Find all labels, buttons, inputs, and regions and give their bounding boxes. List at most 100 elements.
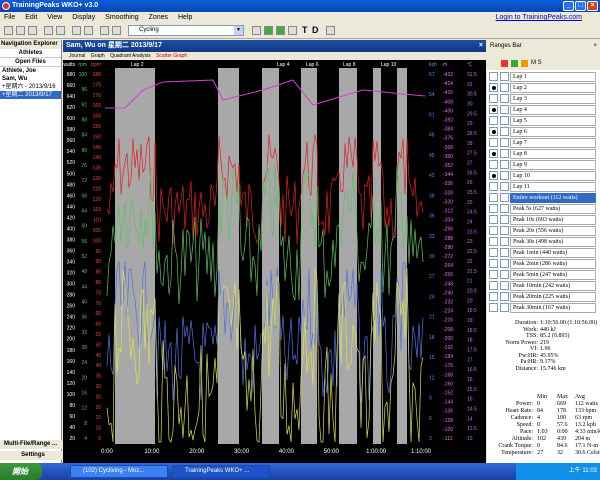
range-color-box[interactable] (500, 303, 509, 312)
range-checkbox[interactable] (489, 215, 498, 224)
range-label[interactable]: Peak 10s (603 watts) (510, 215, 596, 225)
file-item[interactable]: +星期六 - 2013/9/16 (0, 83, 61, 91)
open-folder-icon[interactable] (16, 26, 25, 35)
range-row[interactable]: Entire workout (112 watts) (487, 192, 600, 203)
athlete-icon[interactable] (100, 26, 109, 35)
menu-zones[interactable]: Zones (149, 14, 168, 21)
range-row[interactable]: Lap 2 (487, 82, 600, 93)
range-row[interactable]: Lap 1 (487, 71, 600, 82)
graph-canvas[interactable]: watts68066064062060058056054052050048046… (63, 60, 486, 463)
range-checkbox[interactable] (489, 105, 498, 114)
ranges-icon[interactable] (276, 26, 285, 35)
range-row[interactable]: Peak 20min (225 watts) (487, 291, 600, 302)
range-row[interactable]: Lap 11 (487, 181, 600, 192)
tab-quadrant[interactable]: Quadrant Analysis (110, 53, 151, 59)
taskbar-firefox[interactable]: (102) Cycliving - Moz... (70, 465, 168, 478)
range-label[interactable]: Peak 2min (286 watts) (510, 259, 596, 269)
range-checkbox[interactable] (489, 182, 498, 191)
range-color-box[interactable] (500, 127, 509, 136)
start-button[interactable]: 開始 (0, 463, 42, 480)
range-checkbox[interactable] (489, 248, 498, 257)
range-color-icon[interactable] (521, 60, 528, 67)
range-checkbox[interactable] (489, 171, 498, 180)
range-label[interactable]: Lap 8 (510, 149, 596, 159)
lap-region[interactable] (262, 68, 279, 444)
range-color-box[interactable] (500, 182, 509, 191)
athlete-name[interactable]: Sam, Wu (0, 75, 61, 83)
range-row[interactable]: Lap 7 (487, 137, 600, 148)
lap-region[interactable] (115, 68, 155, 444)
range-row[interactable]: Lap 4 (487, 104, 600, 115)
range-row[interactable]: Lap 10 (487, 170, 600, 181)
range-row[interactable]: Lap 6 (487, 126, 600, 137)
range-label[interactable]: Peak 1min (440 watts) (510, 248, 596, 258)
range-color-box[interactable] (500, 204, 509, 213)
window-title-bar[interactable]: TrainingPeaks WKO+ v3.0 _ □ × (0, 0, 600, 12)
lap-region[interactable] (373, 68, 381, 444)
login-link[interactable]: Login to TrainingPeaks.com (496, 12, 582, 23)
range-color-box[interactable] (500, 226, 509, 235)
range-color-box[interactable] (500, 72, 509, 81)
tab-scatter[interactable]: Scatter Graph (156, 53, 187, 59)
menu-file[interactable]: File (4, 14, 15, 21)
close-icon[interactable]: × (593, 40, 597, 53)
range-color-box[interactable] (500, 215, 509, 224)
range-row[interactable]: Lap 9 (487, 159, 600, 170)
range-label[interactable]: Lap 10 (510, 171, 596, 181)
chart-icon[interactable] (84, 26, 93, 35)
range-checkbox[interactable] (489, 281, 498, 290)
graph-icon[interactable] (252, 26, 261, 35)
print-icon[interactable] (44, 26, 53, 35)
range-row[interactable]: Peak 20s (556 watts) (487, 225, 600, 236)
range-checkbox[interactable] (489, 127, 498, 136)
range-label[interactable]: Peak 5min (247 watts) (510, 270, 596, 280)
range-label[interactable]: Lap 4 (510, 105, 596, 115)
range-row[interactable]: Peak 2min (286 watts) (487, 258, 600, 269)
range-color-box[interactable] (500, 171, 509, 180)
range-color-box[interactable] (500, 237, 509, 246)
grid-icon[interactable] (288, 26, 297, 35)
range-checkbox[interactable] (489, 303, 498, 312)
range-row[interactable]: Peak 10s (603 watts) (487, 214, 600, 225)
multi-file-tab[interactable]: Multi-File/Range ... (0, 440, 62, 449)
sport-select[interactable]: Cycling ▼ (128, 25, 244, 36)
text-tool[interactable]: T (302, 25, 308, 35)
close-button[interactable]: × (587, 1, 598, 11)
range-color-box[interactable] (500, 83, 509, 92)
menu-smoothing[interactable]: Smoothing (105, 14, 138, 21)
menu-display[interactable]: Display (72, 14, 95, 21)
range-label[interactable]: Peak 5s (627 watts) (510, 204, 596, 214)
range-label[interactable]: Peak 30s (498 watts) (510, 237, 596, 247)
range-color-box[interactable] (500, 270, 509, 279)
menu-edit[interactable]: Edit (25, 14, 37, 21)
range-row[interactable]: Lap 8 (487, 148, 600, 159)
range-label[interactable]: Peak 20min (225 watts) (510, 292, 596, 302)
range-checkbox[interactable] (489, 226, 498, 235)
range-color-box[interactable] (500, 116, 509, 125)
range-row[interactable]: Peak 5min (247 watts) (487, 269, 600, 280)
open-files-header[interactable]: Open Files (0, 58, 61, 67)
range-label[interactable]: Lap 1 (510, 72, 596, 82)
range-checkbox[interactable] (489, 116, 498, 125)
distance-tool[interactable]: D (312, 25, 319, 35)
range-row[interactable]: Peak 1min (440 watts) (487, 247, 600, 258)
settings-tab[interactable]: Settings (0, 451, 62, 460)
filter-icon[interactable] (326, 26, 335, 35)
menu-help[interactable]: Help (178, 14, 192, 21)
range-color-box[interactable] (500, 138, 509, 147)
range-row[interactable]: Lap 3 (487, 93, 600, 104)
range-label[interactable]: Lap 7 (510, 138, 596, 148)
range-label[interactable]: Lap 5 (510, 116, 596, 126)
range-checkbox[interactable] (489, 72, 498, 81)
range-info-icon[interactable]: M S (531, 60, 542, 66)
range-color-box[interactable] (500, 248, 509, 257)
menu-view[interactable]: View (47, 14, 62, 21)
range-label[interactable]: Lap 6 (510, 127, 596, 137)
range-checkbox[interactable] (489, 138, 498, 147)
workout-graph[interactable]: watts 680 660 640 620 600 580 560 540 520 500 480 46… (63, 60, 486, 463)
range-row[interactable]: Peak 10min (242 watts) (487, 280, 600, 291)
email-icon[interactable] (56, 26, 65, 35)
lap-region[interactable] (301, 68, 317, 444)
range-label[interactable]: Peak 10min (242 watts) (510, 281, 596, 291)
range-label[interactable]: Peak 30min (167 watts) (510, 303, 596, 313)
